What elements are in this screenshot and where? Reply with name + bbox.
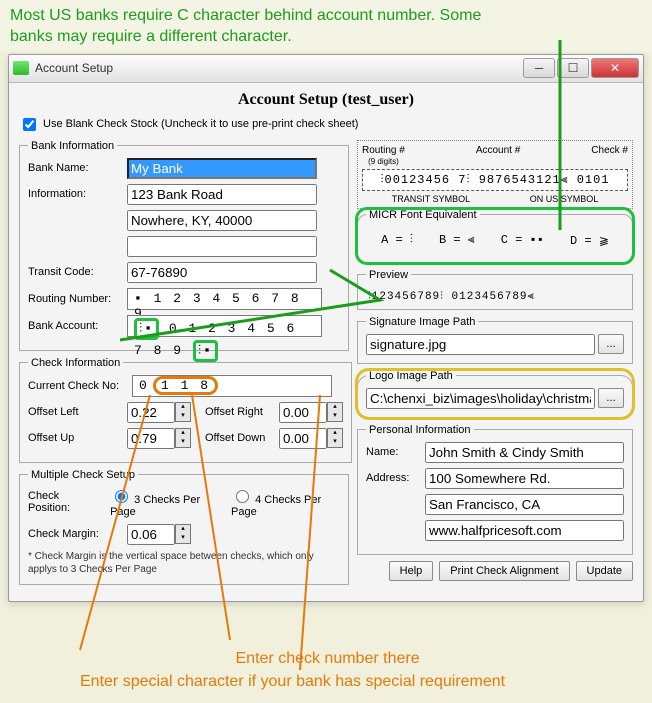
spin-down[interactable]: ▾ [328,412,342,421]
micr-sample-diagram: Routing #(9 digits) Account # Check # ⫶0… [357,140,633,209]
account-suffix-char: ⫶▪ [193,340,218,362]
spin-down[interactable]: ▾ [328,438,342,447]
routing-label: Routing Number: [28,293,123,305]
addr1-input[interactable] [425,468,624,489]
window-title: Account Setup [35,61,523,75]
multi-check-legend: Multiple Check Setup [28,469,138,481]
annotation-line: Enter check number there [150,648,505,670]
micr-equiv-legend: MICR Font Equivalent [366,209,480,221]
current-check-label: Current Check No: [28,380,128,392]
signature-browse-button[interactable]: ... [598,334,624,354]
account-label: Bank Account: [28,320,123,332]
spin-up[interactable]: ▴ [176,525,190,534]
offset-left-label: Offset Left [28,406,123,418]
personal-name-input[interactable] [425,442,624,463]
window: Account Setup ─ ☐ ✕ Account Setup (test_… [8,54,644,602]
annotation-line: banks may require a different character. [10,27,642,48]
routing-input[interactable]: ▪ 1 2 3 4 5 6 7 8 9 [127,288,322,310]
logo-legend: Logo Image Path [366,370,456,382]
info-line1-input[interactable] [127,184,317,205]
personal-legend: Personal Information [366,424,474,436]
transit-input[interactable] [127,262,317,283]
bank-name-input[interactable] [127,158,317,179]
use-blank-stock-checkbox[interactable] [23,118,36,131]
micr-b: B = ⫷ [439,233,475,248]
preview-legend: Preview [366,269,411,281]
info-line2-input[interactable] [127,210,317,231]
check-info-legend: Check Information [28,357,123,369]
maximize-button[interactable]: ☐ [557,58,589,78]
addr2-input[interactable] [425,494,624,515]
signature-legend: Signature Image Path [366,316,478,328]
print-alignment-button[interactable]: Print Check Alignment [439,561,569,581]
check-position-label: Check Position: [28,490,98,514]
radio-4-per-page[interactable]: 4 Checks Per Page [231,487,340,518]
annotation-line: Most US banks require C character behind… [10,6,642,27]
micr-d: D = ⫺ [570,233,609,248]
transit-symbol-label: TRANSIT SYMBOL [392,194,470,204]
minimize-button[interactable]: ─ [523,58,555,78]
micr-a: A = ⫶ [381,233,413,248]
update-button[interactable]: Update [576,561,633,581]
signature-path-input[interactable] [366,334,595,355]
offset-left-input[interactable] [127,402,175,423]
multi-check-group: Multiple Check Setup Check Position: 3 C… [19,469,349,585]
onus-symbol-label: ON US SYMBOL [530,194,599,204]
current-check-value: 1 1 8 [155,378,216,393]
current-check-input[interactable]: 0 1 1 8 [132,375,332,397]
micr-c: C = ▪▪ [501,233,544,248]
personal-info-group: Personal Information Name: Address: [357,424,633,555]
titlebar: Account Setup ─ ☐ ✕ [9,55,643,83]
info-line3-input[interactable] [127,236,317,257]
check-margin-label: Check Margin: [28,528,123,540]
page-title: Account Setup (test_user) [19,91,633,115]
logo-browse-button[interactable]: ... [598,388,624,408]
app-icon [13,61,29,75]
help-button[interactable]: Help [389,561,434,581]
annotation-top: Most US banks require C character behind… [0,0,652,52]
personal-address-label: Address: [366,472,421,484]
spin-up[interactable]: ▴ [328,429,342,438]
micr-sample-line: ⫶00123456 7⫶ 9876543121⫷ 0101 [362,169,628,191]
info-label: Information: [28,188,123,200]
check-margin-input[interactable] [127,524,175,545]
offset-right-input[interactable] [279,402,327,423]
offset-right-label: Offset Right [205,406,275,418]
account-prefix-char: ⫶▪ [134,318,159,340]
personal-name-label: Name: [366,446,421,458]
offset-down-input[interactable] [279,428,327,449]
use-blank-stock-label: Use Blank Check Stock (Uncheck it to use… [43,118,358,130]
spin-down[interactable]: ▾ [176,412,190,421]
spin-down[interactable]: ▾ [176,534,190,543]
offset-up-label: Offset Up [28,432,123,444]
close-button[interactable]: ✕ [591,58,639,78]
annotation-line: Enter special character if your bank has… [80,671,505,693]
preview-group: Preview ⫶123456789⫶ 0123456789⫷ [357,269,633,310]
bank-name-label: Bank Name: [28,162,123,174]
margin-note: * Check Margin is the vertical space bet… [28,550,340,576]
check-info-group: Check Information Current Check No: 0 1 … [19,357,352,463]
spin-up[interactable]: ▴ [328,403,342,412]
signature-path-group: Signature Image Path ... [357,316,633,364]
offset-up-input[interactable] [127,428,175,449]
addr3-input[interactable] [425,520,624,541]
bank-info-legend: Bank Information [28,140,117,152]
offset-down-label: Offset Down [205,432,275,444]
annotation-bottom: Enter check number there Enter special c… [80,648,505,693]
spin-down[interactable]: ▾ [176,438,190,447]
spin-up[interactable]: ▴ [176,429,190,438]
preview-line: ⫶123456789⫶ 0123456789⫷ [366,287,624,303]
micr-equivalent-group: MICR Font Equivalent A = ⫶ B = ⫷ C = ▪▪ … [357,209,633,263]
radio-3-per-page[interactable]: 3 Checks Per Page [110,487,219,518]
logo-path-group: Logo Image Path ... [357,370,633,418]
logo-path-input[interactable] [366,388,595,409]
bank-info-group: Bank Information Bank Name: Information:… [19,140,349,351]
account-input[interactable]: ⫶▪ 0 1 2 3 4 5 6 7 8 9 ⫶▪ [127,315,322,337]
transit-label: Transit Code: [28,266,123,278]
spin-up[interactable]: ▴ [176,403,190,412]
